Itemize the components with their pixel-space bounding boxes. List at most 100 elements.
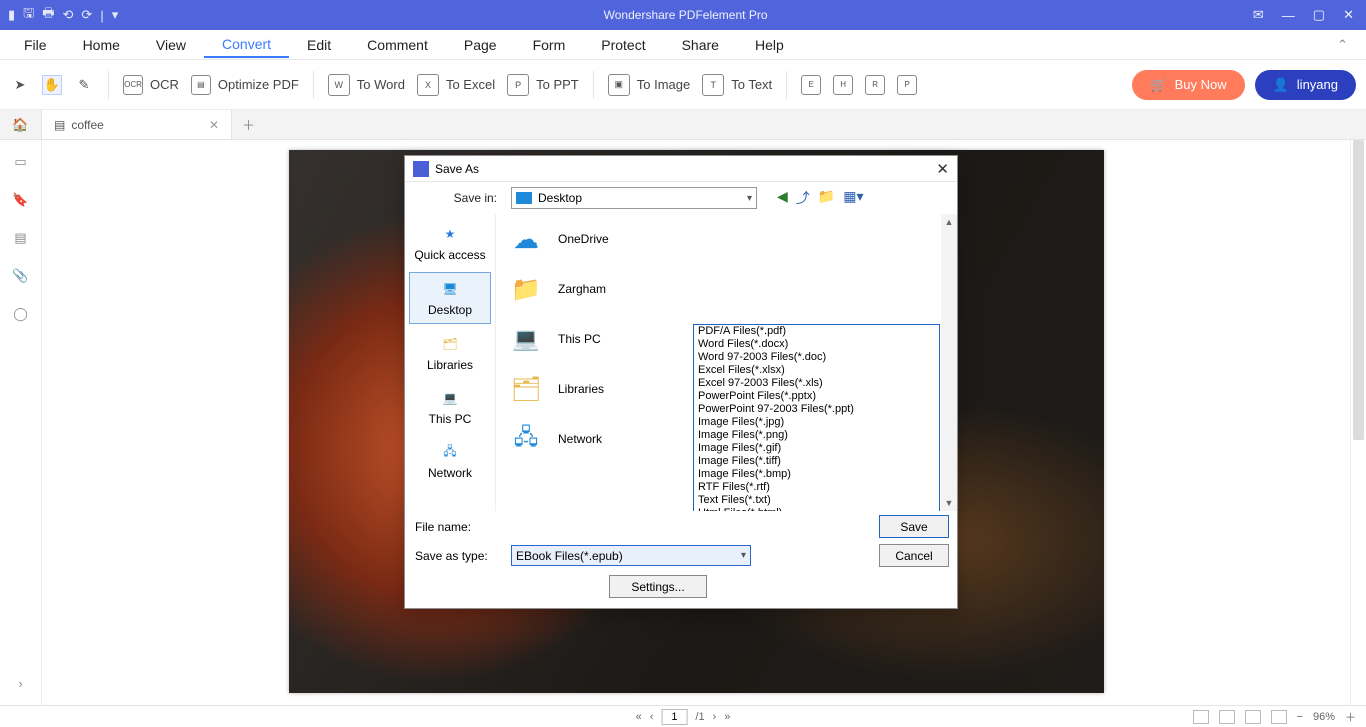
bookmarks-icon[interactable]: 🔖 <box>12 192 28 208</box>
to-epub-icon[interactable]: E <box>801 75 821 95</box>
prev-page-icon[interactable]: ‹ <box>650 711 654 723</box>
save-in-dropdown[interactable]: Desktop ▾ <box>511 187 757 209</box>
chat-icon[interactable]: ◯ <box>13 306 28 322</box>
type-option[interactable]: Image Files(*.tiff) <box>694 455 939 468</box>
type-option[interactable]: Image Files(*.jpg) <box>694 416 939 429</box>
to-text-button[interactable]: TTo Text <box>702 74 772 96</box>
document-tab-strip: 🏠 ▤coffee ✕ ＋ <box>0 110 1366 140</box>
type-option[interactable]: Image Files(*.bmp) <box>694 468 939 481</box>
to-excel-button[interactable]: XTo Excel <box>417 74 495 96</box>
type-option[interactable]: Image Files(*.png) <box>694 429 939 442</box>
type-option[interactable]: Word Files(*.docx) <box>694 338 939 351</box>
menu-edit[interactable]: Edit <box>289 33 349 57</box>
type-option[interactable]: PDF/A Files(*.pdf) <box>694 325 939 338</box>
zoom-out-icon[interactable]: − <box>1297 711 1303 723</box>
nav-back-icon[interactable]: ◀ <box>777 188 788 208</box>
attachments-icon[interactable]: 📎 <box>12 268 28 284</box>
menu-file[interactable]: File <box>6 33 65 57</box>
page-current-input[interactable] <box>661 709 687 725</box>
to-pdfa-icon[interactable]: P <box>897 75 917 95</box>
vertical-scrollbar[interactable] <box>1350 140 1366 705</box>
list-scrollbar[interactable]: ▲▼ <box>941 214 957 511</box>
next-page-icon[interactable]: › <box>713 711 717 723</box>
select-tool-icon[interactable]: ➤ <box>10 75 30 95</box>
minimize-icon[interactable]: — <box>1282 8 1295 23</box>
type-option[interactable]: Excel 97-2003 Files(*.xls) <box>694 377 939 390</box>
menu-form[interactable]: Form <box>515 33 584 57</box>
buy-now-button[interactable]: 🛒Buy Now <box>1132 70 1244 100</box>
view-menu-icon[interactable]: ▦▾ <box>843 188 863 208</box>
menu-convert[interactable]: Convert <box>204 32 289 58</box>
ocr-button[interactable]: OCROCR <box>123 75 179 95</box>
dialog-body: ★Quick access 🖥Desktop 🗂Libraries 💻This … <box>405 214 957 511</box>
expand-side-icon[interactable]: › <box>18 676 22 691</box>
view-two-continuous-icon[interactable] <box>1271 710 1287 724</box>
type-option[interactable]: Text Files(*.txt) <box>694 494 939 507</box>
redo-icon[interactable]: ⟳ <box>81 7 92 23</box>
next-page-outer-icon[interactable]: » <box>724 711 730 723</box>
view-two-page-icon[interactable] <box>1245 710 1261 724</box>
undo-icon[interactable]: ⟲ <box>63 7 74 23</box>
menu-protect[interactable]: Protect <box>583 33 663 57</box>
save-icon[interactable]: 🖫 <box>23 4 34 26</box>
user-account-button[interactable]: 👤linyang <box>1255 70 1356 100</box>
nav-desktop[interactable]: 🖥Desktop <box>409 272 491 324</box>
menu-share[interactable]: Share <box>664 33 737 57</box>
nav-this-pc[interactable]: 💻This PC <box>409 382 491 432</box>
nav-libraries[interactable]: 🗂Libraries <box>409 328 491 378</box>
type-option[interactable]: Word 97-2003 Files(*.doc) <box>694 351 939 364</box>
type-option[interactable]: RTF Files(*.rtf) <box>694 481 939 494</box>
to-rtf-icon[interactable]: R <box>865 75 885 95</box>
home-tab-icon[interactable]: 🏠 <box>0 110 42 139</box>
print-icon[interactable]: 🖶 <box>42 4 54 26</box>
type-option[interactable]: PowerPoint Files(*.pptx) <box>694 390 939 403</box>
nav-network[interactable]: 🖧Network <box>409 436 491 486</box>
edit-tool-icon[interactable]: ✎ <box>74 75 94 95</box>
to-html-icon[interactable]: H <box>833 75 853 95</box>
save-as-dialog: Save As ✕ Save in: Desktop ▾ ◀ ⤴ 📁 ▦▾ ★Q… <box>404 155 958 609</box>
dialog-close-icon[interactable]: ✕ <box>936 160 949 178</box>
zoom-level: 96% <box>1313 711 1335 723</box>
settings-button[interactable]: Settings... <box>609 575 707 598</box>
menu-comment[interactable]: Comment <box>349 33 446 57</box>
add-tab-icon[interactable]: ＋ <box>232 115 265 134</box>
view-single-icon[interactable] <box>1193 710 1209 724</box>
dialog-titlebar: Save As ✕ <box>405 156 957 182</box>
close-tab-icon[interactable]: ✕ <box>209 118 219 132</box>
save-as-type-options[interactable]: PDF/A Files(*.pdf) Word Files(*.docx) Wo… <box>693 324 940 511</box>
to-ppt-button[interactable]: PTo PPT <box>507 74 579 96</box>
to-word-button[interactable]: WTo Word <box>328 74 405 96</box>
cancel-button[interactable]: Cancel <box>879 544 949 567</box>
type-option[interactable]: Html Files(*.html) <box>694 507 939 511</box>
nav-up-icon[interactable]: ⤴ <box>796 188 810 208</box>
save-in-bar: Save in: Desktop ▾ ◀ ⤴ 📁 ▦▾ <box>405 182 957 214</box>
close-window-icon[interactable]: ✕ <box>1343 7 1354 23</box>
view-continuous-icon[interactable] <box>1219 710 1235 724</box>
save-as-type-dropdown[interactable]: EBook Files(*.epub) ▾ <box>511 545 751 566</box>
nav-quick-access[interactable]: ★Quick access <box>409 218 491 268</box>
zoom-in-icon[interactable]: ＋ <box>1345 709 1356 725</box>
maximize-icon[interactable]: ▢ <box>1313 7 1325 23</box>
type-option[interactable]: Excel Files(*.xlsx) <box>694 364 939 377</box>
menu-page[interactable]: Page <box>446 33 515 57</box>
document-tab[interactable]: ▤coffee ✕ <box>42 110 232 139</box>
mail-icon[interactable]: ✉ <box>1253 7 1264 23</box>
optimize-pdf-button[interactable]: ▤Optimize PDF <box>191 75 299 95</box>
to-image-button[interactable]: ▣To Image <box>608 74 690 96</box>
menu-help[interactable]: Help <box>737 33 802 57</box>
collapse-ribbon-icon[interactable]: ⌃ <box>1337 37 1360 53</box>
type-option[interactable]: PowerPoint 97-2003 Files(*.ppt) <box>694 403 939 416</box>
comments-icon[interactable]: ▤ <box>14 230 26 246</box>
hand-tool-icon[interactable]: ✋ <box>42 75 62 95</box>
app-logo-icon: ▮ <box>8 7 15 23</box>
chevron-down-icon: ▾ <box>741 550 746 561</box>
quick-divider: | <box>100 8 103 23</box>
menu-view[interactable]: View <box>138 33 204 57</box>
prev-page-outer-icon[interactable]: « <box>636 711 642 723</box>
save-button[interactable]: Save <box>879 515 949 538</box>
thumbnails-icon[interactable]: ▭ <box>14 154 26 170</box>
folder-list[interactable]: ☁OneDrive 📁Zargham 💻This PC 🗂Libraries 🖧… <box>495 214 957 511</box>
type-option[interactable]: Image Files(*.gif) <box>694 442 939 455</box>
menu-home[interactable]: Home <box>65 33 138 57</box>
new-folder-icon[interactable]: 📁 <box>818 188 835 208</box>
